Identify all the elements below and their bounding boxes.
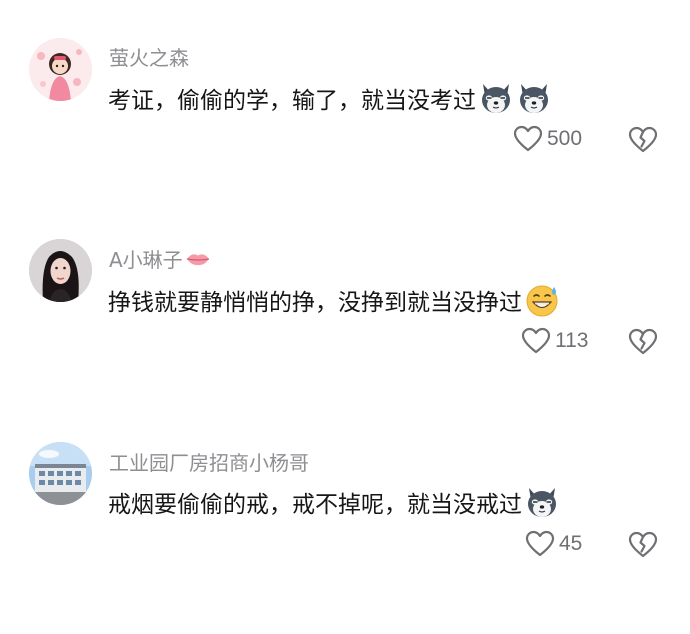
heart-outline-icon [525, 530, 555, 557]
comment-item: 萤火之森 考证，偷偷的学，输了，就当没考过 500 [0, 0, 690, 200]
cartoon-girl-avatar-icon [29, 38, 92, 101]
dislike-button[interactable] [628, 126, 658, 156]
woman-photo-avatar-icon [29, 239, 92, 302]
username-text: A小琳子 [109, 248, 183, 272]
broken-heart-icon [628, 328, 658, 355]
comment-item: A小琳子 挣钱就要静悄悄的挣，没挣到就当没挣过 113 [0, 200, 690, 405]
husky-dog-emoji [516, 80, 552, 116]
like-button[interactable]: 45 [525, 530, 582, 558]
like-count: 113 [555, 329, 589, 352]
grinning-sweat-emoji [524, 282, 560, 318]
heart-outline-icon [513, 125, 543, 152]
comment-text: 挣钱就要静悄悄的挣，没挣到就当没挣过 [108, 282, 560, 318]
heart-outline-icon [521, 327, 551, 354]
like-count: 45 [559, 532, 583, 555]
comment-actions: 113 [0, 326, 690, 360]
broken-heart-icon [628, 126, 658, 153]
comment-text-body: 戒烟要偷偷的戒，戒不掉呢，就当没戒过 [108, 492, 522, 518]
lips-emoji [186, 253, 209, 265]
comment-actions: 45 [0, 529, 690, 563]
factory-building-avatar-icon [29, 442, 92, 505]
comment-text: 考证，偷偷的学，输了，就当没考过 [108, 80, 552, 116]
like-count: 500 [547, 127, 583, 150]
comment-text-body: 挣钱就要静悄悄的挣，没挣到就当没挣过 [108, 290, 522, 316]
dislike-button[interactable] [628, 531, 658, 561]
dislike-button[interactable] [628, 328, 658, 358]
username[interactable]: A小琳子 [109, 244, 210, 273]
avatar[interactable] [29, 38, 92, 101]
comment-actions: 500 [0, 124, 690, 158]
comment-text: 戒烟要偷偷的戒，戒不掉呢，就当没戒过 [108, 484, 560, 520]
husky-dog-emoji [524, 484, 560, 520]
username[interactable]: 萤火之森 [109, 42, 189, 71]
husky-dog-emoji [478, 80, 514, 116]
avatar[interactable] [29, 239, 92, 302]
like-button[interactable]: 113 [521, 327, 588, 355]
avatar[interactable] [29, 442, 92, 505]
comment-item: 工业园厂房招商小杨哥 戒烟要偷偷的戒，戒不掉呢，就当没戒过 45 [0, 405, 690, 634]
like-button[interactable]: 500 [513, 125, 582, 153]
username[interactable]: 工业园厂房招商小杨哥 [109, 447, 309, 476]
comment-text-body: 考证，偷偷的学，输了，就当没考过 [108, 88, 476, 114]
broken-heart-icon [628, 531, 658, 558]
